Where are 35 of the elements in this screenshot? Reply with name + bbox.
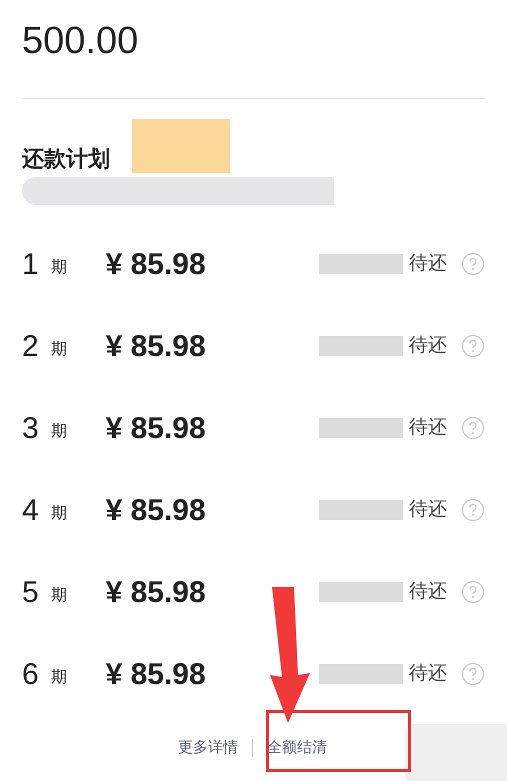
period-unit: 期	[51, 668, 68, 688]
installment-amount: ¥ 85.98	[106, 656, 207, 692]
period-unit: 期	[51, 504, 68, 524]
period-number: 6	[22, 656, 40, 692]
installment-amount: ¥ 85.98	[106, 410, 207, 446]
help-icon[interactable]	[461, 416, 485, 440]
installment-amount: ¥ 85.98	[106, 492, 207, 528]
period-unit: 期	[51, 258, 68, 278]
help-icon[interactable]	[461, 334, 485, 358]
footer-link[interactable]: 全额结清	[267, 736, 327, 760]
status-label: 待还	[409, 334, 447, 358]
status-label: 待还	[409, 662, 447, 686]
period-number: 2	[22, 328, 40, 364]
help-icon[interactable]	[461, 498, 485, 522]
installment-amount: ¥ 85.98	[106, 246, 207, 282]
help-icon[interactable]	[461, 580, 485, 604]
footer-link[interactable]: 更多详情	[178, 736, 238, 760]
installment-amount: ¥ 85.98	[106, 574, 207, 610]
help-icon[interactable]	[461, 662, 485, 686]
installment-amount: ¥ 85.98	[106, 328, 207, 364]
section-title: 还款计划	[22, 145, 110, 173]
status-label: 待还	[409, 498, 447, 522]
total-amount: 500.00	[22, 19, 140, 64]
period-number: 3	[22, 410, 40, 446]
status-label: 待还	[409, 580, 447, 604]
period-number: 4	[22, 492, 40, 528]
status-label: 待还	[409, 416, 447, 440]
help-icon[interactable]	[461, 252, 485, 276]
period-unit: 期	[51, 422, 68, 442]
action-button[interactable]	[405, 724, 507, 781]
period-number: 1	[22, 246, 40, 282]
period-unit: 期	[51, 586, 68, 606]
period-unit: 期	[51, 340, 68, 360]
status-label: 待还	[409, 252, 447, 276]
period-number: 5	[22, 574, 40, 610]
